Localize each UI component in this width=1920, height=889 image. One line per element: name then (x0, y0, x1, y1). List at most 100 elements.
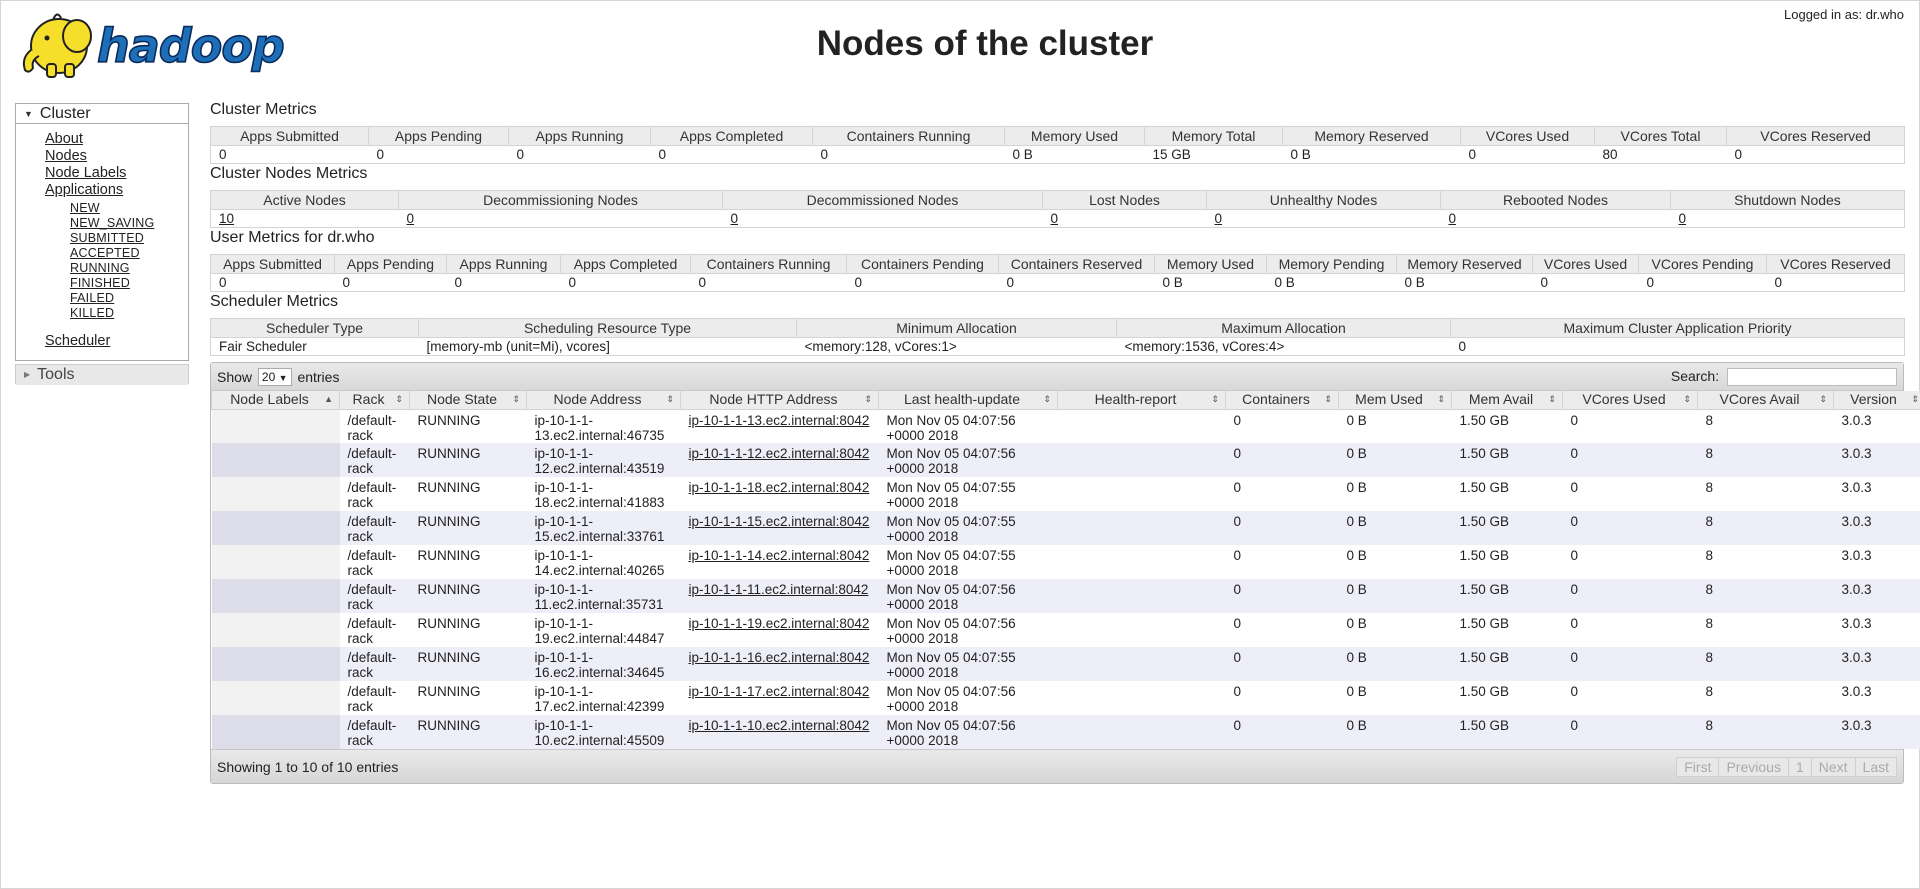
cell-containers: 0 (1225, 511, 1339, 545)
cell-node-state: RUNNING (409, 681, 527, 715)
table-row: /default-rack RUNNING ip-10-1-1-11.ec2.i… (211, 579, 1920, 613)
node-http-link[interactable]: ip-10-1-1-19.ec2.internal:8042 (689, 616, 870, 631)
active-nodes-link[interactable]: 10 (219, 211, 234, 226)
column-header-last-health-update[interactable]: Last health-update ⇕ (878, 391, 1058, 410)
sidebar-item-running[interactable]: RUNNING (70, 261, 130, 275)
lost-nodes-link[interactable]: 0 (1051, 211, 1059, 226)
cell-mem-avail: 1.50 GB (1451, 579, 1563, 613)
nodes-table-header-row: Node Labels ▲ Rack ⇕ Node State ⇕ Node Addr… (211, 391, 1920, 410)
shutdown-nodes-link[interactable]: 0 (1679, 211, 1687, 226)
cell-vcores-avail: 8 (1697, 511, 1834, 545)
node-http-link[interactable]: ip-10-1-1-12.ec2.internal:8042 (689, 446, 870, 461)
sidebar-tools-header[interactable]: ▶ Tools (16, 365, 188, 385)
column-header-node-address[interactable]: Node Address ⇕ (526, 391, 681, 410)
pager-previous-button[interactable]: Previous (1718, 757, 1789, 777)
metric-value: 80 (1594, 145, 1727, 164)
cell-mem-avail: 1.50 GB (1451, 409, 1563, 443)
node-http-link[interactable]: ip-10-1-1-11.ec2.internal:8042 (689, 582, 869, 597)
cell-last-health-update: Mon Nov 05 04:07:55 +0000 2018 (878, 511, 1058, 545)
sidebar-item-applications[interactable]: Applications (45, 182, 123, 198)
column-header-mem-used[interactable]: Mem Used ⇕ (1338, 391, 1452, 410)
search-input[interactable] (1727, 368, 1897, 387)
metric-value: 0 (1726, 145, 1905, 164)
cluster-metrics-table: Apps Submitted Apps Pending Apps Running… (210, 126, 1905, 164)
node-http-link[interactable]: ip-10-1-1-17.ec2.internal:8042 (689, 684, 870, 699)
metric-header: Memory Used (1004, 126, 1145, 146)
cell-containers: 0 (1225, 409, 1339, 443)
metric-value: 0 (508, 145, 651, 164)
scheduler-metrics-title: Scheduler Metrics (210, 293, 339, 310)
pager-next-button[interactable]: Next (1810, 757, 1856, 777)
cell-containers: 0 (1225, 477, 1339, 511)
cell-node-labels (211, 681, 340, 715)
column-header-node-http-address[interactable]: Node HTTP Address ⇕ (680, 391, 879, 410)
sidebar-cluster-header[interactable]: ▼ Cluster (16, 104, 188, 124)
sidebar-item-submitted[interactable]: SUBMITTED (70, 231, 144, 245)
cell-health-report (1057, 715, 1226, 749)
cell-rack: /default-rack (339, 681, 410, 715)
cell-vcores-avail: 8 (1697, 545, 1834, 579)
sidebar-item-failed[interactable]: FAILED (70, 291, 114, 305)
node-http-link[interactable]: ip-10-1-1-18.ec2.internal:8042 (689, 480, 870, 495)
cell-health-report (1057, 613, 1226, 647)
cell-vcores-avail: 8 (1697, 477, 1834, 511)
pager-first-button[interactable]: First (1676, 757, 1720, 777)
logged-in-status: Logged in as: dr.who (1784, 7, 1904, 22)
metric-header: Maximum Allocation (1116, 318, 1451, 338)
column-header-health-report[interactable]: Health-report ⇕ (1057, 391, 1226, 410)
metric-value: 0 (334, 273, 447, 292)
sidebar-item-killed[interactable]: KILLED (70, 306, 114, 320)
pager-last-button[interactable]: Last (1854, 757, 1897, 777)
cell-mem-used: 0 B (1338, 579, 1452, 613)
sort-both-icon: ⇕ (1437, 394, 1445, 404)
sidebar-item-accepted[interactable]: ACCEPTED (70, 246, 140, 260)
sidebar-item-about[interactable]: About (45, 131, 83, 147)
decommissioning-nodes-link[interactable]: 0 (407, 211, 415, 226)
hadoop-logo[interactable]: hadoop (17, 8, 317, 82)
metric-value: <memory:1536, vCores:4> (1116, 337, 1451, 356)
column-header-rack[interactable]: Rack ⇕ (339, 391, 410, 410)
sidebar-cluster-nav: About Nodes Node Labels Applications (45, 130, 126, 198)
column-header-containers[interactable]: Containers ⇕ (1225, 391, 1339, 410)
user-metrics-header-row: Apps Submitted Apps Pending Apps Running… (210, 254, 1905, 274)
cell-health-report (1057, 511, 1226, 545)
scheduler-metrics-table: Scheduler Type Scheduling Resource Type … (210, 318, 1905, 356)
decommissioned-nodes-link[interactable]: 0 (731, 211, 739, 226)
sidebar-item-nodes[interactable]: Nodes (45, 148, 87, 164)
pager-page-1-button[interactable]: 1 (1787, 757, 1812, 777)
node-http-link[interactable]: ip-10-1-1-14.ec2.internal:8042 (689, 548, 870, 563)
sidebar-item-new[interactable]: NEW (70, 201, 100, 215)
sidebar-item-node-labels[interactable]: Node Labels (45, 165, 126, 181)
sidebar-item-scheduler[interactable]: Scheduler (45, 333, 110, 349)
column-header-mem-avail[interactable]: Mem Avail ⇕ (1451, 391, 1563, 410)
sidebar-tools-panel[interactable]: ▶ Tools (15, 364, 189, 385)
sort-both-icon: ⇕ (1043, 394, 1051, 404)
node-http-link[interactable]: ip-10-1-1-15.ec2.internal:8042 (689, 514, 870, 529)
sidebar-item-finished[interactable]: FINISHED (70, 276, 130, 290)
column-header-vcores-avail[interactable]: VCores Avail ⇕ (1697, 391, 1834, 410)
table-row: /default-rack RUNNING ip-10-1-1-10.ec2.i… (211, 715, 1920, 749)
cell-vcores-used: 0 (1562, 545, 1698, 579)
sidebar-item-new-saving[interactable]: NEW_SAVING (70, 216, 154, 230)
unhealthy-nodes-link[interactable]: 0 (1215, 211, 1223, 226)
cell-node-labels (211, 477, 340, 511)
dropdown-arrow-icon: ▼ (278, 373, 288, 383)
cell-node-address: ip-10-1-1-19.ec2.internal:44847 (526, 613, 681, 647)
column-header-vcores-used[interactable]: VCores Used ⇕ (1562, 391, 1698, 410)
entries-select[interactable]: 20 ▼ (257, 368, 292, 386)
node-http-link[interactable]: ip-10-1-1-16.ec2.internal:8042 (689, 650, 870, 665)
node-http-link[interactable]: ip-10-1-1-13.ec2.internal:8042 (689, 413, 870, 428)
cell-containers: 0 (1225, 579, 1339, 613)
column-header-label: Last health-update (904, 391, 1020, 408)
cell-mem-used: 0 B (1338, 681, 1452, 715)
node-http-link[interactable]: ip-10-1-1-10.ec2.internal:8042 (689, 718, 870, 733)
column-header-version[interactable]: Version ⇕ (1833, 391, 1920, 410)
cell-containers: 0 (1225, 443, 1339, 477)
cluster-metrics-header-row: Apps Submitted Apps Pending Apps Running… (210, 126, 1905, 146)
rebooted-nodes-link[interactable]: 0 (1449, 211, 1457, 226)
column-header-node-labels[interactable]: Node Labels ▲ (211, 391, 340, 410)
nodes-table-body: /default-rack RUNNING ip-10-1-1-13.ec2.i… (211, 409, 1920, 749)
column-header-node-state[interactable]: Node State ⇕ (409, 391, 527, 410)
metric-header: Containers Pending (846, 254, 999, 274)
sort-both-icon: ⇕ (1819, 394, 1827, 404)
